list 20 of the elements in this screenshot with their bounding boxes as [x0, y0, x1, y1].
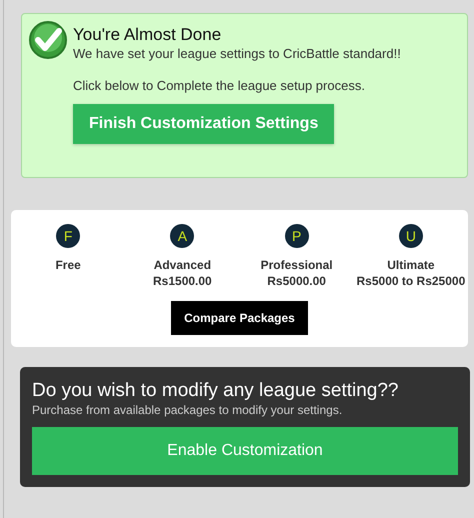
package-name: Advanced	[154, 257, 212, 273]
package-badge: F	[56, 224, 80, 248]
package-price: Rs1500.00	[153, 273, 212, 289]
notice-title: You're Almost Done	[73, 25, 222, 45]
customize-title: Do you wish to modify any league setting??	[32, 379, 400, 403]
package-price: Rs5000.00	[267, 273, 326, 289]
package-badge: A	[170, 224, 194, 248]
compare-button[interactable]: Compare Packages	[171, 301, 308, 335]
notice-message: We have set your league settings to CricBattle standard!!	[73, 45, 401, 62]
notice-instruction: Click below to Complete the league setup process.	[73, 77, 366, 94]
package-name: Professional	[260, 257, 333, 273]
checkmark-icon	[28, 20, 68, 60]
package-badge: U	[398, 224, 423, 248]
package-badge: P	[284, 224, 309, 248]
package-name: Free	[55, 257, 81, 273]
package-name: Ultimate	[387, 257, 435, 273]
enable-button[interactable]: Enable Customization	[32, 427, 458, 475]
finish-button[interactable]: Finish Customization Settings	[73, 104, 334, 144]
customize-subtitle: Purchase from available packages to modify your settings.	[32, 403, 344, 418]
package-price: Rs5000 to Rs25000	[356, 273, 466, 289]
